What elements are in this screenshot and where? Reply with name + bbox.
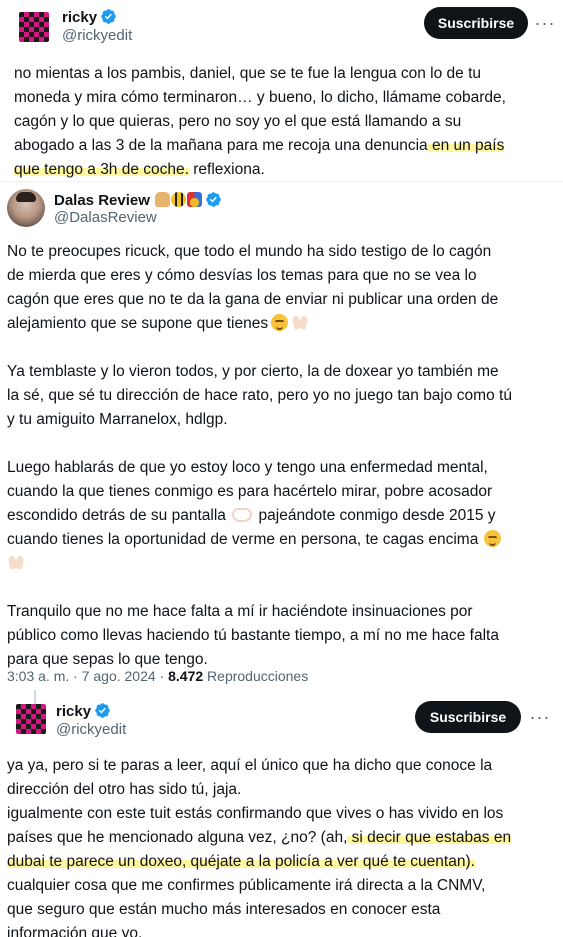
text-line: cagón y lo que quieras, pero no soy yo e… xyxy=(14,113,462,130)
text-line: dubai te parece un doxeo, quéjate a la p… xyxy=(7,850,511,874)
author-handle[interactable]: @DalasReview xyxy=(54,209,157,226)
tweet-text: No te preocupes ricuck, que todo el mund… xyxy=(7,240,512,672)
raised-hands-emoji-icon xyxy=(291,314,309,331)
text-line: y tu amiguito Marranelox, hdlgp. xyxy=(7,411,228,428)
heart-hands-emoji-icon xyxy=(232,508,253,522)
text-segment: escondido detrás de su pantalla xyxy=(7,507,226,524)
tweet-text: ya ya, pero si te paras a leer, aquí el … xyxy=(7,754,512,937)
avatar[interactable] xyxy=(19,12,49,42)
author-name-text[interactable]: Dalas Review xyxy=(54,192,150,209)
text-line: moneda y mira cómo terminaron… y bueno, … xyxy=(14,89,506,106)
author-name[interactable]: Dalas Review xyxy=(54,191,222,209)
relieved-face-emoji-icon xyxy=(484,530,502,547)
text-segment: alejamiento que se supone que tienes xyxy=(7,315,269,332)
text-line: No te preocupes ricuck, que todo el mund… xyxy=(7,243,492,260)
author-name-text[interactable]: ricky xyxy=(62,9,97,26)
text-line: de mierda que eres y cómo desvías los te… xyxy=(7,267,477,284)
text-line: información que yo. xyxy=(7,925,143,937)
text-line: público como llevas haciendo tú bastante… xyxy=(7,627,499,644)
raised-hands-emoji-icon xyxy=(7,554,25,571)
author-name[interactable]: ricky xyxy=(56,702,111,720)
verified-badge-icon xyxy=(101,9,116,24)
tweet-ricky-1: ricky @rickyedit Suscribirse ··· no mien… xyxy=(0,0,563,180)
text-segment: pajeándote conmigo desde 2015 y xyxy=(258,507,496,524)
text-line: Luego hablarás de que yo estoy loco y te… xyxy=(7,459,488,476)
text-line: dirección del otro has sido tú, jaja. xyxy=(7,781,242,798)
highlighted-text: dubai te parece un doxeo, quéjate a la p… xyxy=(7,853,475,870)
avatar[interactable] xyxy=(16,704,46,734)
subscribe-button[interactable]: Suscribirse xyxy=(415,701,521,733)
text-line: cagón que eres que no te da la gana de e… xyxy=(7,291,499,308)
more-options-icon[interactable]: ··· xyxy=(530,707,550,727)
text-line: países que he mencionado alguna vez, ¿no… xyxy=(7,826,512,850)
author-name[interactable]: ricky xyxy=(62,8,117,26)
text-line: igualmente con este tuit estás confirman… xyxy=(7,805,504,822)
tweet-metadata: 3:03 a. m. · 7 ago. 2024 · 8.472 Reprodu… xyxy=(7,668,308,684)
avatar[interactable] xyxy=(7,189,45,227)
text-line: alejamiento que se supone que tienes xyxy=(7,312,512,336)
tweet-text: no mientas a los pambis, daniel, que se … xyxy=(14,62,506,182)
highlighted-text: que tengo a 3h de coche. xyxy=(14,161,189,178)
more-options-icon[interactable]: ··· xyxy=(535,13,555,33)
text-line: ya ya, pero si te paras a leer, aquí el … xyxy=(7,757,493,774)
subscribe-button[interactable]: Suscribirse xyxy=(424,7,528,39)
text-segment: cuando tienes la oportunidad de verme en… xyxy=(7,531,479,548)
text-line: escondido detrás de su pantalla pajeándo… xyxy=(7,504,512,528)
relieved-face-emoji-icon xyxy=(271,314,289,331)
text-line: cuando tienes la oportunidad de verme en… xyxy=(7,528,512,552)
tweet-dalas: Dalas Review @DalasReview No te preocupe… xyxy=(0,182,563,692)
text-line: que tengo a 3h de coche. reflexiona. xyxy=(14,158,506,182)
text-segment: reflexiona. xyxy=(188,161,265,178)
medal-emoji-icon xyxy=(187,192,203,207)
text-line: Ya temblaste y lo vieron todos, y por ci… xyxy=(7,363,499,380)
text-segment: países que he mencionado alguna vez, ¿no… xyxy=(7,829,348,846)
text-line: que seguro que están mucho más interesad… xyxy=(7,901,441,918)
bee-emoji-icon xyxy=(171,192,187,207)
text-line xyxy=(7,552,512,576)
verified-badge-icon xyxy=(206,192,221,207)
text-line: no mientas a los pambis, daniel, que se … xyxy=(14,65,482,82)
text-line: abogado a las 3 de la mañana para me rec… xyxy=(14,134,506,158)
author-name-text[interactable]: ricky xyxy=(56,703,91,720)
timestamp[interactable]: 3:03 a. m. · 7 ago. 2024 · xyxy=(7,668,168,684)
text-line: cuando la que tienes conmigo es para hac… xyxy=(7,483,493,500)
highlighted-text: en un país xyxy=(427,137,505,154)
verified-badge-icon xyxy=(95,703,110,718)
text-line: Tranquilo que no me hace falta a mí ir h… xyxy=(7,603,473,620)
view-count: 8.472 xyxy=(168,668,204,684)
text-segment: abogado a las 3 de la mañana para me rec… xyxy=(14,137,428,154)
author-handle[interactable]: @rickyedit xyxy=(62,27,132,44)
author-handle[interactable]: @rickyedit xyxy=(56,721,126,738)
views-label: Reproducciones xyxy=(203,668,309,684)
text-line: cualquier cosa que me confirmes públicam… xyxy=(7,877,486,894)
tweet-ricky-2: ricky @rickyedit Suscribirse ··· ya ya, … xyxy=(0,698,563,937)
bread-emoji-icon xyxy=(155,192,171,207)
highlighted-text: si decir que estabas en xyxy=(347,829,512,846)
text-line: la sé, que sé tu dirección de hace rato,… xyxy=(7,387,512,404)
